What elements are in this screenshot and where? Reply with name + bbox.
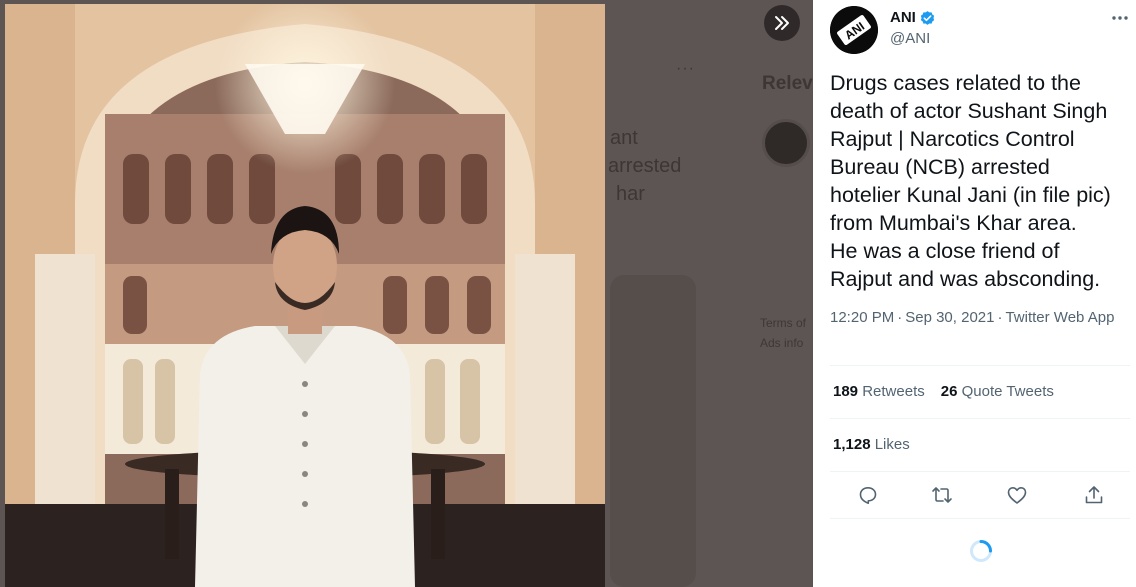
bg-relevant-heading: Relev [762,73,813,94]
author-avatar[interactable]: ANI [830,6,878,54]
more-options-button[interactable] [1107,6,1133,30]
like-button[interactable] [1005,483,1029,507]
double-chevron-right-icon [775,16,789,30]
likes-count: 1,128 [833,436,871,453]
bg-card [610,275,696,587]
likes-label: Likes [874,436,910,453]
quote-tweets-stat[interactable]: 26 Quote Tweets [941,383,1054,400]
tweet-actions [830,480,1130,510]
quote-tweets-label: Quote Tweets [961,383,1054,400]
tweet-date[interactable]: Sep 30, 2021 [905,309,994,326]
author-name[interactable]: ANI [890,9,916,26]
ani-logo-icon: ANI [830,6,878,54]
retweets-label: Retweets [862,383,925,400]
quote-tweets-count: 26 [940,383,958,400]
divider [830,471,1130,472]
likes-stat[interactable]: 1,128 Likes [833,436,910,453]
like-icon [1007,487,1027,504]
share-button[interactable] [1082,483,1106,507]
tweet-panel: ANI ANI @ANI Drugs cases related to the … [813,0,1136,587]
likes-stats: 1,128 Likes [833,436,910,453]
reply-icon [859,487,877,504]
next-image-button[interactable] [764,5,800,41]
loading-spinner-icon [970,540,992,562]
photo-illustration [5,4,605,587]
divider [830,365,1130,366]
tweet-time[interactable]: 12:20 PM [830,309,894,326]
retweet-icon [932,487,952,503]
tweet-meta: 12:20 PM · Sep 30, 2021 · Twitter Web App [830,308,1115,328]
meta-separator: · [997,309,1003,326]
share-icon [1085,486,1103,504]
bg-footer-link: Terms of [760,316,807,330]
engagement-stats: 189 Retweets 26 Quote Tweets [833,383,1054,400]
retweets-stat[interactable]: 189 Retweets [833,383,925,400]
bg-more-dots: ··· [676,60,695,77]
bg-avatar [762,119,810,167]
verified-badge-icon [920,11,935,25]
meta-separator: · [897,309,903,326]
tweet-text: Drugs cases related to the death of acto… [830,71,1111,291]
bg-snippet-line: ant [610,127,638,149]
divider [830,418,1130,419]
bg-footer-links: Terms of Ads info [760,313,806,353]
more-horizontal-icon [1112,16,1128,20]
retweet-button[interactable] [930,483,954,507]
bg-snippet-line: har [616,183,645,205]
author-handle[interactable]: @ANI [890,30,930,47]
bg-snippet: ant arrested har [608,124,681,208]
reply-button[interactable] [856,483,880,507]
tweet-photo[interactable] [5,4,605,587]
tweet-source[interactable]: Twitter Web App [1005,309,1114,326]
divider [830,518,1130,519]
retweets-count: 189 [833,383,859,400]
bg-footer-link: Ads info [760,336,804,350]
bg-snippet-line: arrested [608,155,682,177]
